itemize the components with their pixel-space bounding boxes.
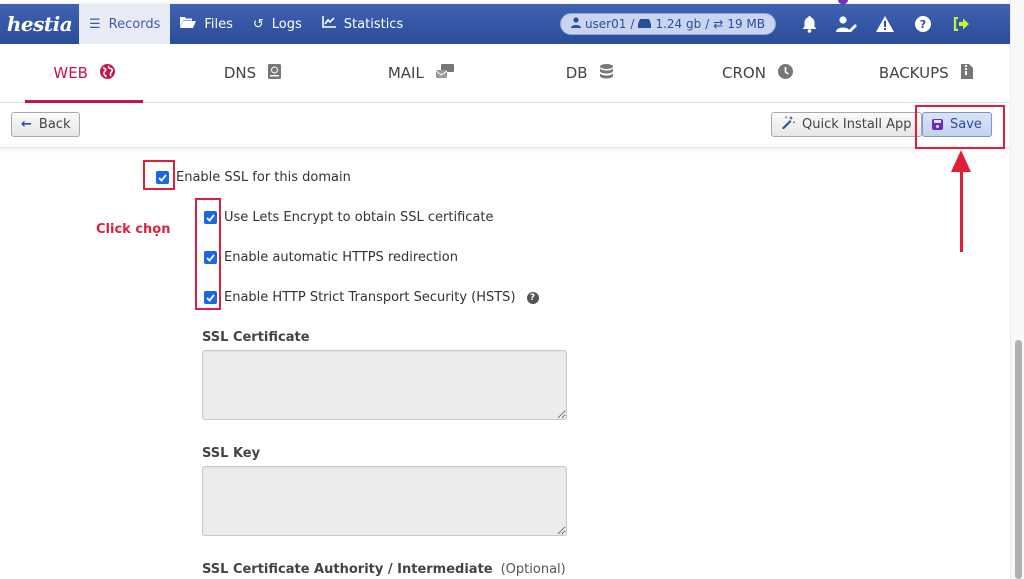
- action-toolbar: ← Back Quick Install App Save: [0, 103, 1010, 148]
- tab-backups-label: BACKUPS: [878, 64, 949, 82]
- tab-backups[interactable]: BACKUPS: [842, 44, 1010, 102]
- nav-files-label: Files: [204, 16, 233, 32]
- optional-hint: (Optional): [500, 562, 566, 577]
- usage-disk: 1.24 gb: [655, 17, 702, 31]
- svg-text:?: ?: [920, 18, 926, 31]
- hsts-row: Enable HTTP Strict Transport Security (H…: [204, 290, 539, 305]
- section-tabs: WEB DNS MAIL DB CRON BACKUPS: [0, 44, 1010, 103]
- bell-icon: [802, 15, 817, 33]
- history-icon: ↺: [252, 16, 264, 32]
- enable-ssl-label[interactable]: Enable SSL for this domain: [176, 170, 351, 185]
- back-button[interactable]: ← Back: [11, 112, 81, 137]
- ssl-certificate-textarea[interactable]: [202, 350, 567, 420]
- top-navbar: hestia ☰ Records Files ↺ Logs Statistics…: [0, 4, 1010, 44]
- clock-icon: [777, 63, 793, 83]
- magic-wand-icon: [781, 116, 796, 133]
- help-icon: ?: [915, 16, 931, 32]
- quick-install-app-button[interactable]: Quick Install App: [771, 112, 922, 137]
- nav-records-label: Records: [108, 16, 161, 32]
- lets-encrypt-label[interactable]: Use Lets Encrypt to obtain SSL certifica…: [224, 210, 493, 225]
- ssl-certificate-label: SSL Certificate: [202, 330, 310, 345]
- globe-icon: [99, 63, 115, 83]
- user-edit-icon: [836, 16, 858, 32]
- ssl-key-textarea[interactable]: [202, 466, 567, 536]
- alerts-button[interactable]: [866, 4, 904, 44]
- tab-dns[interactable]: DNS: [168, 44, 336, 102]
- ssl-ca-label: SSL Certificate Authority / Intermediate…: [202, 562, 566, 577]
- ssl-ca-label-text: SSL Certificate Authority / Intermediate: [202, 562, 493, 577]
- database-icon: [599, 63, 613, 83]
- ssl-key-label: SSL Key: [202, 446, 261, 461]
- exchange-icon: ⇄: [713, 17, 724, 31]
- nav-logs[interactable]: ↺ Logs: [243, 4, 312, 44]
- nav-files[interactable]: Files: [170, 4, 243, 44]
- quick-install-label: Quick Install App: [802, 117, 912, 132]
- address-book-icon: [268, 63, 282, 83]
- page-scrollbar-thumb[interactable]: [1015, 340, 1022, 579]
- tab-web[interactable]: WEB: [0, 44, 168, 103]
- usage-indicator[interactable]: user01 / 1.24 gb / ⇄ 19 MB: [559, 13, 776, 35]
- nav-records[interactable]: ☰ Records: [79, 4, 171, 44]
- tab-mail[interactable]: MAIL: [337, 44, 505, 102]
- warning-icon: [876, 16, 894, 32]
- user-icon: [570, 17, 581, 31]
- mail-bulk-icon: [435, 64, 454, 82]
- back-label: Back: [38, 117, 71, 132]
- user-edit-button[interactable]: [828, 4, 866, 44]
- usage-bandwidth: 19 MB: [727, 17, 765, 31]
- annotation-box-sub-options: [195, 198, 221, 310]
- tab-web-label: WEB: [53, 64, 88, 82]
- nav-logs-label: Logs: [271, 16, 302, 32]
- arrow-left-icon: ←: [21, 117, 32, 132]
- logout-button[interactable]: [942, 4, 980, 44]
- hsts-label[interactable]: Enable HTTP Strict Transport Security (H…: [224, 290, 516, 305]
- https-redirect-label[interactable]: Enable automatic HTTPS redirection: [224, 250, 458, 265]
- annotation-box-enable-ssl: [143, 160, 175, 190]
- folder-open-icon: [180, 16, 197, 32]
- chart-line-icon: [321, 16, 336, 32]
- hestia-logo[interactable]: hestia: [0, 4, 79, 44]
- help-button[interactable]: ?: [904, 4, 942, 44]
- help-circle-icon[interactable]: ?: [526, 291, 539, 304]
- logout-icon: [953, 17, 969, 31]
- annotation-click-text: Click chọn: [96, 222, 171, 237]
- annotation-arrow-line: [960, 168, 963, 252]
- usage-sep: /: [705, 17, 710, 31]
- file-archive-icon: [960, 63, 973, 83]
- https-redirect-row: Enable automatic HTTPS redirection: [204, 250, 458, 265]
- nav-statistics[interactable]: Statistics: [312, 4, 413, 44]
- list-check-icon: ☰: [89, 16, 101, 32]
- tab-dns-label: DNS: [223, 64, 257, 82]
- tab-mail-label: MAIL: [387, 64, 424, 82]
- tab-cron-label: CRON: [722, 64, 766, 82]
- tab-cron[interactable]: CRON: [673, 44, 841, 102]
- usage-sep: /: [630, 17, 635, 31]
- nav-statistics-label: Statistics: [343, 16, 404, 32]
- annotation-box-save: [915, 105, 1005, 149]
- usage-user: user01: [584, 17, 627, 31]
- hdd-icon: [638, 17, 652, 31]
- lets-encrypt-row: Use Lets Encrypt to obtain SSL certifica…: [204, 210, 493, 225]
- notifications-button[interactable]: [790, 4, 828, 44]
- enable-ssl-row: Enable SSL for this domain: [156, 170, 351, 185]
- tab-db[interactable]: DB: [505, 44, 673, 102]
- tab-db-label: DB: [565, 64, 588, 82]
